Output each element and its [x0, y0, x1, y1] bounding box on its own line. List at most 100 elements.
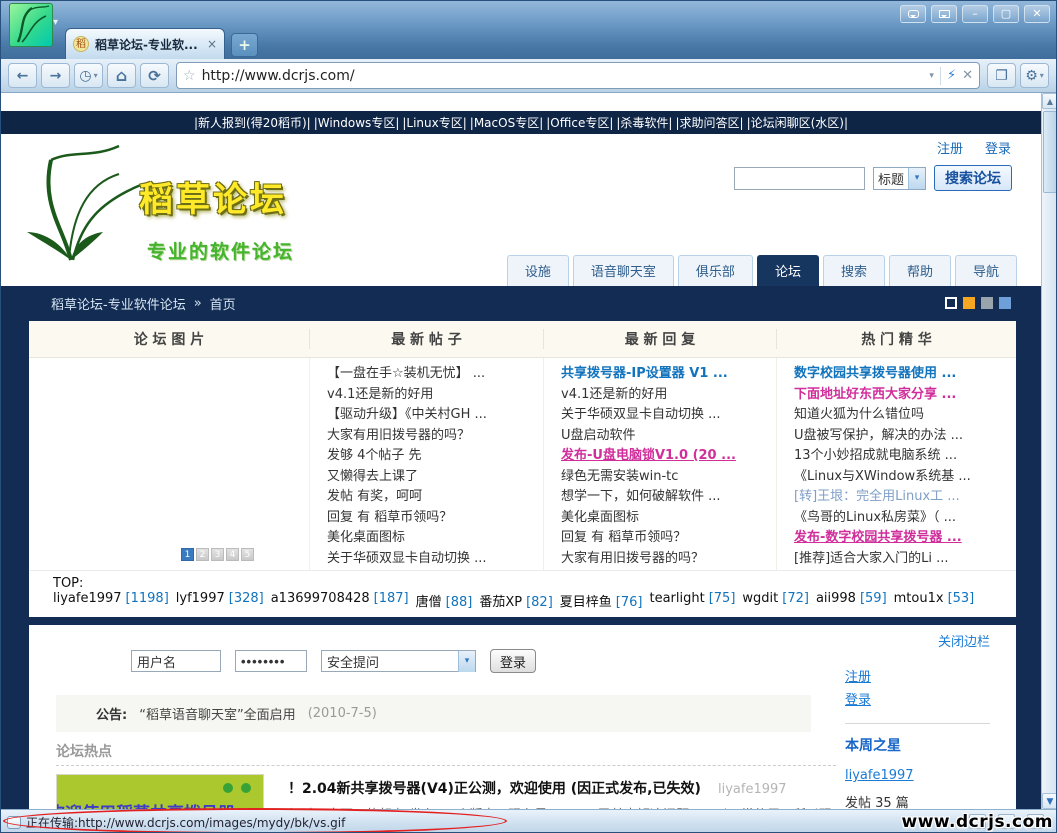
top-user-name[interactable]: 夏目梓鱼: [560, 595, 612, 610]
feedback-bubble-button[interactable]: [900, 5, 926, 23]
forum-section-tab[interactable]: 论坛: [757, 255, 819, 286]
latest-reply-item[interactable]: 发布-U盘电脑锁V1.0 (20 ...: [561, 446, 776, 467]
refresh-button[interactable]: ⟳: [140, 63, 169, 88]
forum-section-tab[interactable]: 俱乐部: [678, 255, 753, 286]
top-user-name[interactable]: lyf1997: [176, 591, 225, 606]
url-dropdown-icon[interactable]: ▾: [929, 71, 934, 81]
latest-reply-item[interactable]: 关于华硕双显卡自动切换 ...: [561, 405, 776, 426]
top-nav-link[interactable]: |新人报到(得20稻币)|: [194, 114, 311, 131]
hot-digest-item[interactable]: 数字校园共享拨号器使用 ...: [794, 364, 1016, 385]
latest-reply-item[interactable]: U盘启动软件: [561, 426, 776, 447]
sidebar-toggle-button[interactable]: ❐: [987, 63, 1016, 88]
search-input[interactable]: [734, 167, 865, 190]
latest-post-item[interactable]: 大家有用旧拨号器的吗？: [327, 426, 543, 447]
latest-post-item[interactable]: 发够 4个帖子 先: [327, 446, 543, 467]
sidebar-login-link[interactable]: 登录: [845, 693, 871, 708]
top-user-name[interactable]: 番茄XP: [479, 595, 522, 610]
url-text[interactable]: http://www.dcrjs.com/: [202, 68, 924, 84]
latest-post-item[interactable]: 关于华硕双显卡自动切换 ...: [327, 549, 543, 570]
top-user-name[interactable]: mtou1x: [894, 591, 944, 606]
announcement-link[interactable]: “稻草语音聊天室”全面启用: [139, 704, 295, 723]
top-user[interactable]: a13699708428[187]: [271, 591, 409, 610]
top-user[interactable]: 唐僧[88]: [416, 591, 473, 610]
close-button[interactable]: ✕: [1024, 5, 1050, 23]
latest-post-item[interactable]: 回复 有 稻草币领吗？: [327, 508, 543, 529]
app-menu-caret-icon[interactable]: ▾: [53, 17, 58, 28]
forum-section-tab[interactable]: 语音聊天室: [573, 255, 674, 286]
latest-post-item[interactable]: 美化桌面图标: [327, 528, 543, 549]
top-nav-link[interactable]: |杀毒软件|: [616, 114, 672, 131]
latest-post-item[interactable]: 发帖 有奖，呵呵: [327, 487, 543, 508]
username-field[interactable]: [131, 650, 221, 672]
forum-section-tab[interactable]: 搜索: [823, 255, 885, 286]
forum-section-tab[interactable]: 导航: [955, 255, 1017, 286]
hot-topic-thumbnail[interactable]: 欢迎使用稻草共享拨号器: [56, 774, 264, 809]
security-question-select[interactable]: 安全提问 ▾: [321, 650, 476, 672]
search-forum-button[interactable]: 搜索论坛: [934, 165, 1012, 191]
home-button[interactable]: ⌂: [107, 63, 136, 88]
notes-bubble-button[interactable]: [931, 5, 957, 23]
top-user-name[interactable]: wgdit: [742, 591, 778, 606]
select-dropdown-icon[interactable]: ▾: [458, 651, 475, 672]
scrollbar-thumb[interactable]: [1043, 111, 1057, 193]
hot-topic-author[interactable]: liyafe1997: [718, 782, 787, 797]
address-bar[interactable]: ☆ http://www.dcrjs.com/ ▾ ⚡ ✕: [176, 62, 980, 89]
latest-reply-item[interactable]: 绿色无需安装win-tc: [561, 467, 776, 488]
forum-section-tab[interactable]: 帮助: [889, 255, 951, 286]
forward-button[interactable]: →: [41, 63, 70, 88]
top-nav-link[interactable]: |求助问答区|: [675, 114, 743, 131]
hot-digest-item[interactable]: 《Linux与XWindow系统基 ...: [794, 467, 1016, 488]
latest-reply-item[interactable]: 回复 有 稻草币领吗？: [561, 528, 776, 549]
login-link[interactable]: 登录: [985, 138, 1011, 157]
sidebar-register-link[interactable]: 注册: [845, 670, 871, 685]
hot-digest-item[interactable]: 知道火狐为什么错位吗: [794, 405, 1016, 426]
vertical-scrollbar[interactable]: ▲ ▼: [1041, 93, 1057, 809]
history-button[interactable]: ◷ ▾: [74, 63, 103, 88]
select-dropdown-icon[interactable]: ▾: [908, 168, 925, 189]
top-nav-link[interactable]: |MacOS专区|: [470, 114, 543, 131]
slide-page-button[interactable]: 5: [241, 548, 254, 561]
breadcrumb-site-link[interactable]: 稻草论坛-专业软件论坛: [51, 294, 186, 313]
hot-digest-item[interactable]: [转]王垠：完全用Linux工 ...: [794, 487, 1016, 508]
close-sidebar-link[interactable]: 关闭边栏: [845, 631, 990, 650]
forum-logo[interactable]: 稻草论坛 专业的软件论坛: [23, 144, 294, 264]
style-switch-square-3[interactable]: [981, 297, 993, 309]
breadcrumb-page[interactable]: 首页: [210, 294, 236, 313]
latest-reply-item[interactable]: 想学一下，如何破解软件 ...: [561, 487, 776, 508]
top-user[interactable]: aii998[59]: [816, 591, 887, 610]
register-link[interactable]: 注册: [937, 138, 963, 157]
search-type-select[interactable]: 标题 ▾: [873, 167, 926, 190]
top-user[interactable]: mtou1x[53]: [894, 591, 975, 610]
slide-page-button[interactable]: 1: [181, 548, 194, 561]
stop-icon[interactable]: ✕: [962, 68, 973, 83]
top-user-name[interactable]: aii998: [816, 591, 856, 606]
top-user[interactable]: 番茄XP[82]: [479, 591, 552, 610]
latest-reply-item[interactable]: 大家有用旧拨号器的吗？: [561, 549, 776, 570]
app-logo-icon[interactable]: [9, 3, 53, 47]
latest-post-item[interactable]: 又懒得去上课了: [327, 467, 543, 488]
hot-digest-item[interactable]: U盘被写保护，解决的办法 ...: [794, 426, 1016, 447]
back-button[interactable]: ←: [8, 63, 37, 88]
top-user[interactable]: liyafe1997[1198]: [53, 591, 169, 610]
minimize-button[interactable]: –: [962, 5, 988, 23]
forum-section-tab[interactable]: 设施: [507, 255, 569, 286]
browser-tab[interactable]: 稻 稻草论坛-专业软... ×: [65, 28, 225, 59]
top-user-name[interactable]: liyafe1997: [53, 591, 122, 606]
tools-button[interactable]: ⚙ ▾: [1020, 63, 1049, 88]
top-nav-link[interactable]: |Office专区|: [546, 114, 613, 131]
go-bolt-icon[interactable]: ⚡: [947, 68, 956, 83]
top-nav-link[interactable]: |Linux专区|: [402, 114, 466, 131]
hot-digest-item[interactable]: [推荐]适合大家入门的Li ...: [794, 549, 1016, 570]
top-nav-link[interactable]: |论坛闲聊区(水区)|: [747, 114, 848, 131]
hot-digest-item[interactable]: 下面地址好东西大家分享 ...: [794, 385, 1016, 406]
week-star-user-link[interactable]: liyafe1997: [845, 768, 914, 783]
login-submit-button[interactable]: 登录: [490, 649, 536, 673]
latest-reply-item[interactable]: 美化桌面图标: [561, 508, 776, 529]
slide-page-button[interactable]: 2: [196, 548, 209, 561]
latest-reply-item[interactable]: v4.1还是新的好用: [561, 385, 776, 406]
top-user[interactable]: lyf1997[328]: [176, 591, 264, 610]
scroll-down-icon[interactable]: ▼: [1042, 793, 1057, 809]
latest-post-item[interactable]: v4.1还是新的好用: [327, 385, 543, 406]
style-switch-square-2[interactable]: [963, 297, 975, 309]
bookmark-star-icon[interactable]: ☆: [183, 68, 196, 84]
